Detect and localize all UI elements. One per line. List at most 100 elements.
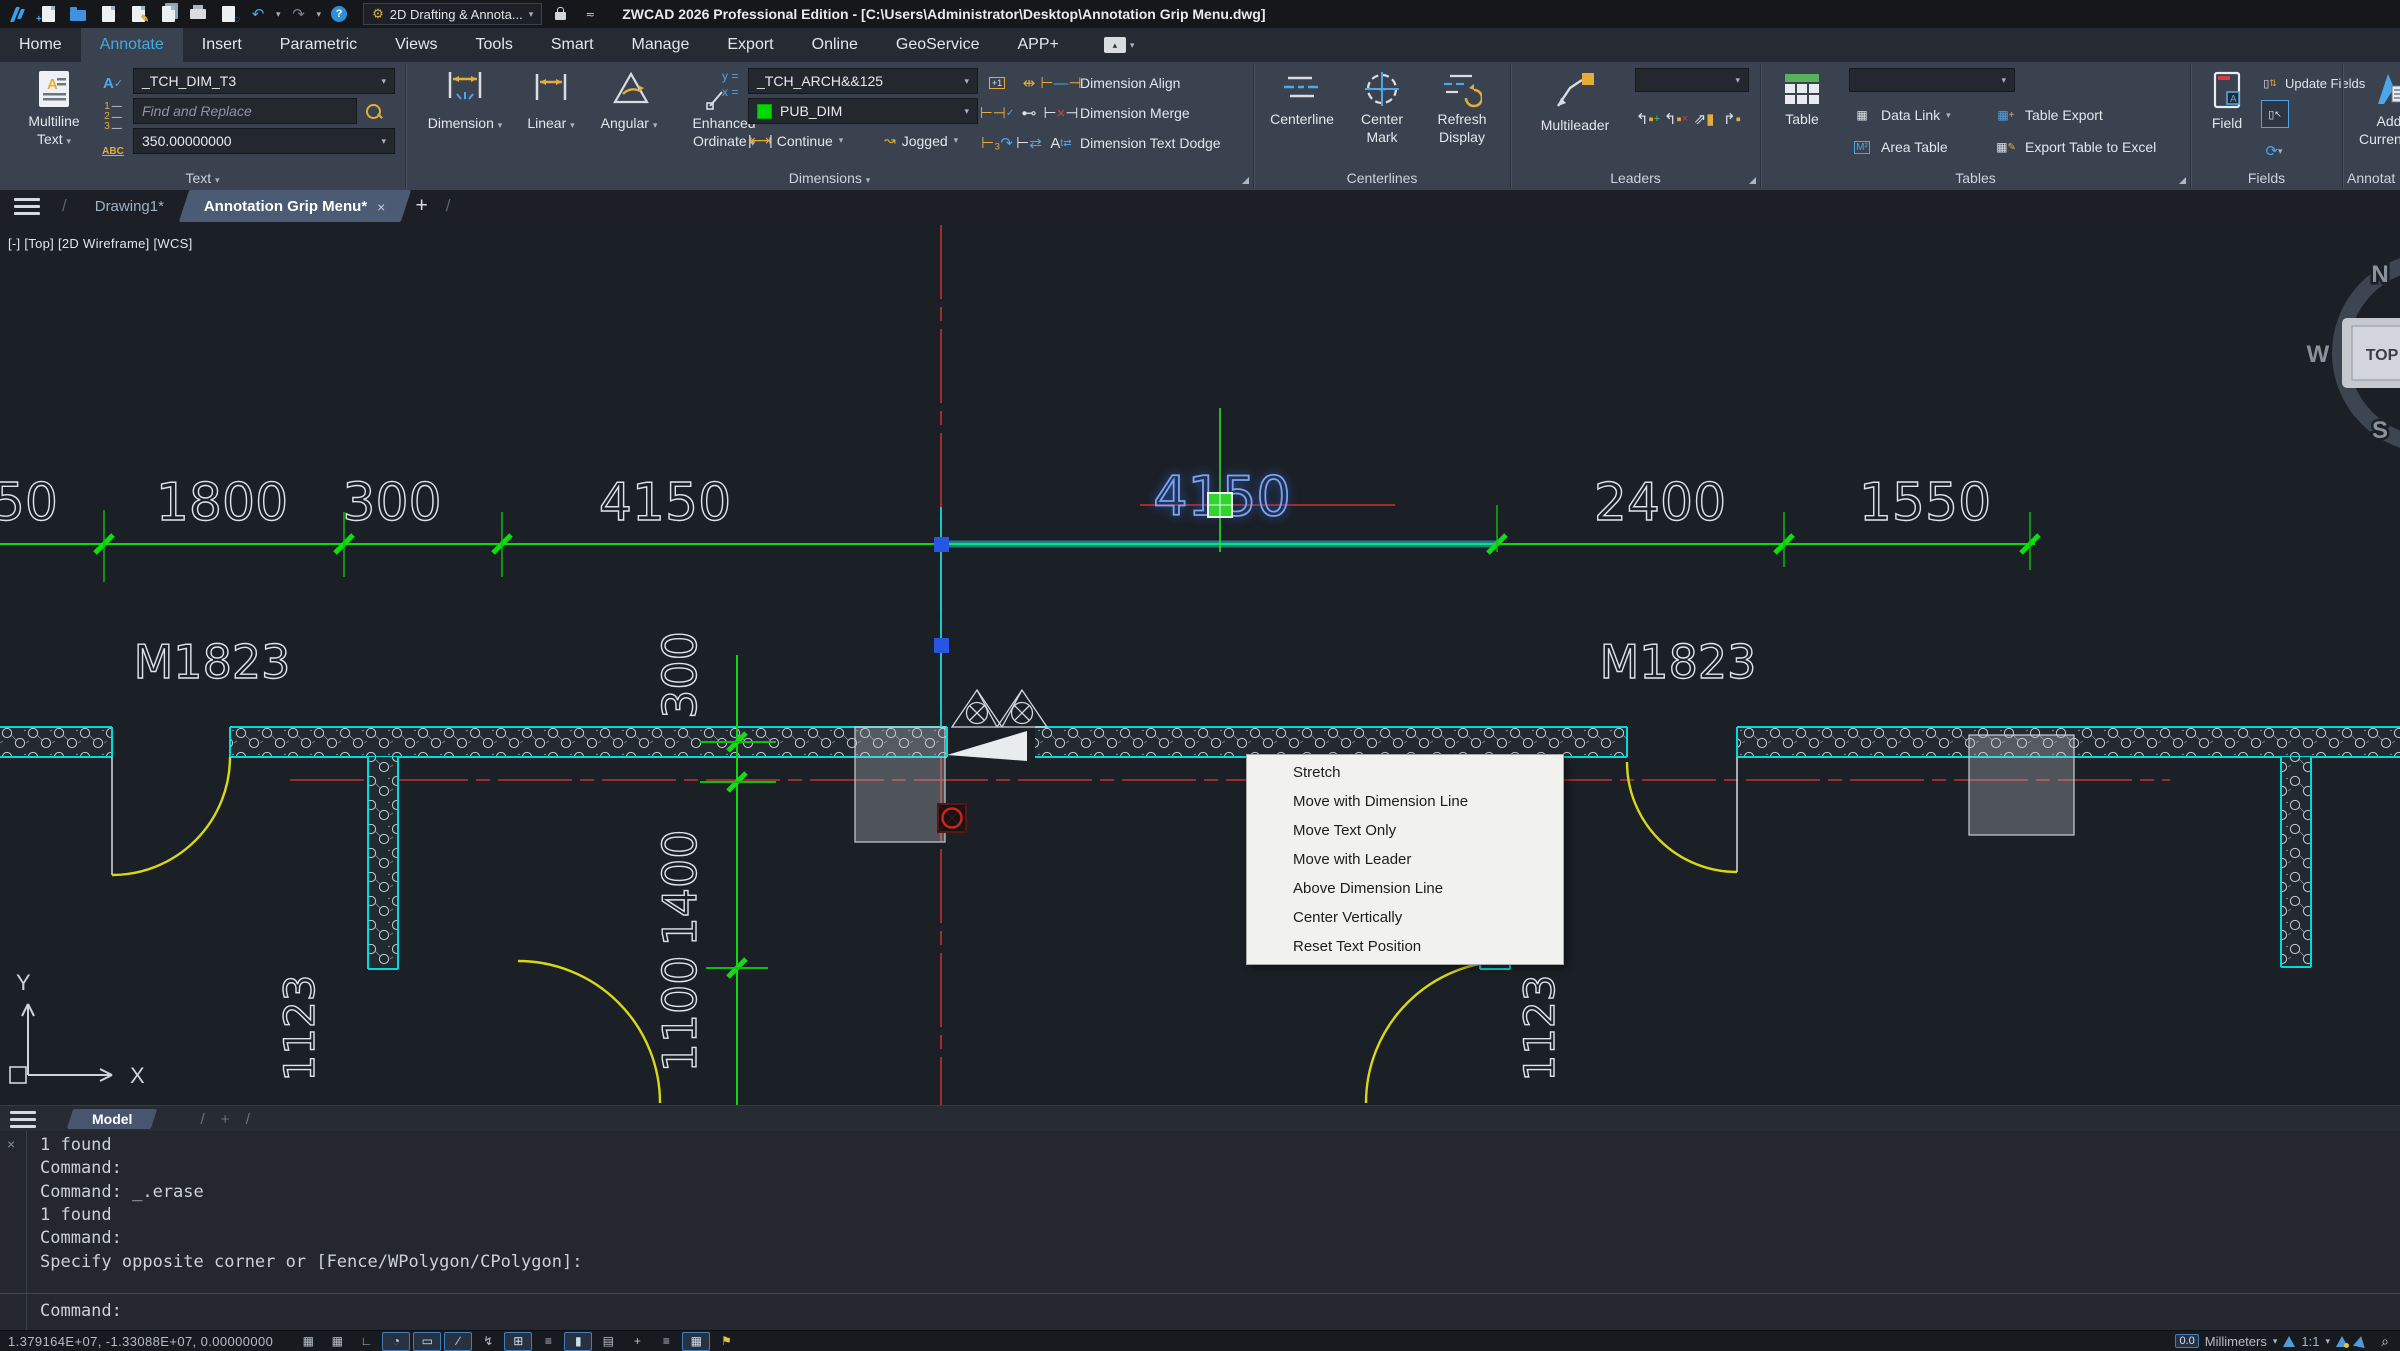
tables-dialog-launcher[interactable] (2179, 177, 2186, 184)
panel-label-tables[interactable]: Tables (1761, 170, 2190, 186)
centerline-button[interactable]: Centerline (1262, 70, 1342, 129)
grip-dimline[interactable] (934, 537, 949, 552)
text-height-combobox[interactable]: 350.00000000▾ (133, 128, 395, 154)
dim-text-1800[interactable]: 1800 (156, 473, 288, 533)
dimension-button[interactable]: Dimension ▾ (418, 68, 512, 133)
isolate-objects-icon[interactable]: ≡ (653, 1333, 679, 1350)
new-tab-icon[interactable]: + (415, 194, 427, 218)
field-button[interactable]: A Field (2199, 70, 2255, 133)
file-tab-drawing1[interactable]: Drawing1* (75, 190, 184, 222)
decimal-precision-badge[interactable]: 0.0 (2175, 1334, 2198, 1348)
mark-m1823-right[interactable]: M1823 (1600, 635, 1757, 689)
jogged-dimension-button[interactable]: ↝Jogged▾ (884, 132, 958, 149)
hardware-acceleration-icon[interactable]: ▦ (682, 1332, 710, 1351)
tab-app-plus[interactable]: APP+ (998, 28, 1077, 62)
field-display-toggle-icon[interactable]: ▯↖ (2261, 100, 2289, 128)
dim-text-300[interactable]: 300 (342, 473, 441, 533)
text-style-combobox[interactable]: _TCH_DIM_T3▾ (133, 68, 395, 94)
dynamic-input-icon[interactable]: ⊞ (504, 1332, 532, 1351)
grip-mid[interactable] (934, 638, 949, 653)
data-link-button[interactable]: ▦ Data Link▾ (1849, 102, 1951, 128)
quick-properties-icon[interactable]: ▮ (564, 1332, 592, 1351)
dimension-align-button[interactable]: +1 ⇹ ⊢—⊣ Dimension Align (984, 70, 1180, 96)
viewcube-s[interactable]: S (2372, 417, 2388, 444)
menu-item-stretch[interactable]: Stretch (1247, 758, 1563, 787)
preview-icon[interactable]: ◌ (216, 3, 240, 25)
dimension-chain-vertical[interactable] (700, 655, 776, 1105)
dim-text-50[interactable]: 50 (0, 473, 58, 533)
tab-home[interactable]: Home (0, 28, 81, 62)
snap-toggle-icon[interactable]: ▦ (324, 1333, 350, 1350)
viewcube-top[interactable]: TOP (2366, 347, 2399, 364)
dim-text-v300[interactable]: 300 (653, 631, 707, 719)
dim-layer-combobox[interactable]: PUB_DIM▾ (748, 98, 978, 124)
annotation-scale-icon[interactable] (2283, 1336, 2295, 1347)
dimension-text-dodge-button[interactable]: ⊢₃↷ ⊢⇄ At⇄ Dimension Text Dodge (984, 130, 1221, 156)
align-leaders-icon[interactable]: ⇗▮ (1691, 106, 1717, 132)
mark-m1823-left[interactable]: M1823 (134, 635, 291, 689)
annotation-visibility-icon[interactable] (2336, 1336, 2348, 1347)
save-icon[interactable] (96, 3, 120, 25)
object-snap-tracking-icon[interactable]: ↯ (475, 1333, 501, 1350)
area-table-button[interactable]: M² Area Table (1849, 134, 1948, 160)
file-menu-icon[interactable] (14, 198, 40, 215)
annotation-scale-value[interactable]: 1:1 (2301, 1334, 2319, 1349)
ribbon-collapse-icon[interactable]: ▴ (1104, 37, 1126, 53)
properties-list-icon[interactable]: ▤ (595, 1333, 621, 1350)
tab-geoservice[interactable]: GeoService (877, 28, 999, 62)
viewport-controls[interactable]: [-] [Top] [2D Wireframe] [WCS] (8, 236, 193, 251)
command-prompt[interactable]: Command: (40, 1301, 122, 1321)
qat-more-icon[interactable]: ≂ (578, 3, 602, 25)
drawing-canvas[interactable]: [-] [Top] [2D Wireframe] [WCS] (0, 222, 2400, 1105)
lock-ui-icon[interactable] (548, 3, 572, 25)
tab-insert[interactable]: Insert (183, 28, 261, 62)
refresh-display-button[interactable]: RefreshDisplay (1422, 70, 1502, 146)
save-as-icon[interactable]: ✎ (126, 3, 150, 25)
tab-parametric[interactable]: Parametric (261, 28, 376, 62)
tab-tools[interactable]: Tools (457, 28, 532, 62)
panel-label-annotation[interactable]: Annotat (2343, 170, 2400, 186)
export-excel-button[interactable]: ▦✎ Export Table to Excel (1993, 134, 2156, 160)
close-tab-icon[interactable]: × (377, 198, 385, 214)
selection-cycling-icon[interactable]: ⌕ (2372, 1333, 2398, 1350)
mark-1123-left[interactable]: 1123 (275, 975, 324, 1082)
menu-item-center-vertically[interactable]: Center Vertically (1247, 903, 1563, 932)
tab-online[interactable]: Online (793, 28, 877, 62)
multileader-button[interactable]: Multileader (1523, 68, 1627, 135)
units-caret-icon[interactable]: ▾ (2273, 1336, 2278, 1347)
multiline-text-button[interactable]: A MultilineText ▾ (10, 68, 98, 148)
panel-label-centerlines[interactable]: Centerlines (1254, 170, 1510, 186)
menu-item-move-text-only[interactable]: Move Text Only (1247, 816, 1563, 845)
grip-text-active[interactable] (1208, 493, 1232, 517)
panel-label-fields[interactable]: Fields (2191, 170, 2342, 186)
menu-item-above-dimension-line[interactable]: Above Dimension Line (1247, 874, 1563, 903)
viewcube-w[interactable]: W (2307, 341, 2330, 368)
scale-caret-icon[interactable]: ▾ (2325, 1336, 2330, 1347)
workspace-switcher[interactable]: ⚙ 2D Drafting & Annota... ▾ (363, 3, 542, 25)
new-file-icon[interactable]: + (36, 3, 60, 25)
open-file-icon[interactable] (66, 3, 90, 25)
object-snap-icon[interactable]: ▭ (413, 1332, 441, 1351)
table-style-combobox[interactable]: ▾ (1849, 68, 2015, 92)
add-current-scale-button[interactable]: AddCurrent S (2349, 68, 2400, 148)
file-tab-annotation-grip-menu[interactable]: Annotation Grip Menu*× (179, 190, 411, 222)
panel-label-leaders[interactable]: Leaders (1511, 170, 1760, 186)
spell-check-icon[interactable]: ABC (100, 138, 126, 164)
new-layout-icon[interactable]: / + / (200, 1111, 255, 1128)
command-line-panel[interactable]: × 1 found Command: Command: _.erase 1 fo… (0, 1131, 2400, 1330)
viewcube-n[interactable]: N (2371, 261, 2388, 288)
field-refresh-icon[interactable]: ⟳ ▾ (2261, 138, 2287, 164)
tab-export[interactable]: Export (708, 28, 792, 62)
mark-1123-right[interactable]: 1123 (1515, 975, 1564, 1082)
ribbon-expand-icon[interactable]: ▾ (1130, 40, 1135, 51)
angular-dimension-button[interactable]: Angular ▾ (590, 68, 668, 133)
find-replace-input[interactable] (133, 98, 357, 124)
help-icon[interactable]: ? (327, 3, 351, 25)
tab-manage[interactable]: Manage (613, 28, 709, 62)
dimension-merge-button[interactable]: ⊢⊣✓ ⊷ ⊢×⊣ Dimension Merge (984, 100, 1190, 126)
panel-dialog-launcher[interactable] (1242, 177, 1249, 184)
menu-item-move-with-dimension-line[interactable]: Move with Dimension Line (1247, 787, 1563, 816)
add-leader-icon[interactable]: ↰▪+ (1635, 106, 1661, 132)
grid-toggle-icon[interactable]: ▦ (295, 1333, 321, 1350)
table-button[interactable]: Table (1771, 70, 1833, 129)
